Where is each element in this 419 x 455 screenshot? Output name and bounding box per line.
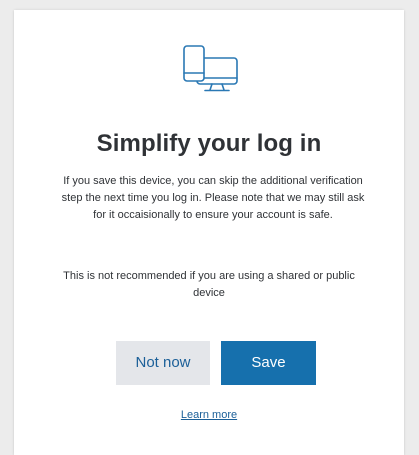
phone-and-monitor-icon: [183, 45, 238, 92]
save-button[interactable]: Save: [221, 341, 316, 385]
not-now-button[interactable]: Not now: [116, 341, 210, 385]
description-paragraph: If you save this device, you can skip th…: [61, 175, 365, 221]
learn-more-link[interactable]: Learn more: [181, 409, 237, 421]
warning-paragraph: This is not recommended if you are using…: [63, 270, 355, 299]
dialog-title: Simplify your log in: [96, 130, 322, 157]
learn-more-row: Learn more: [14, 408, 404, 422]
save-device-dialog: Simplify your log in If you save this de…: [14, 10, 404, 455]
